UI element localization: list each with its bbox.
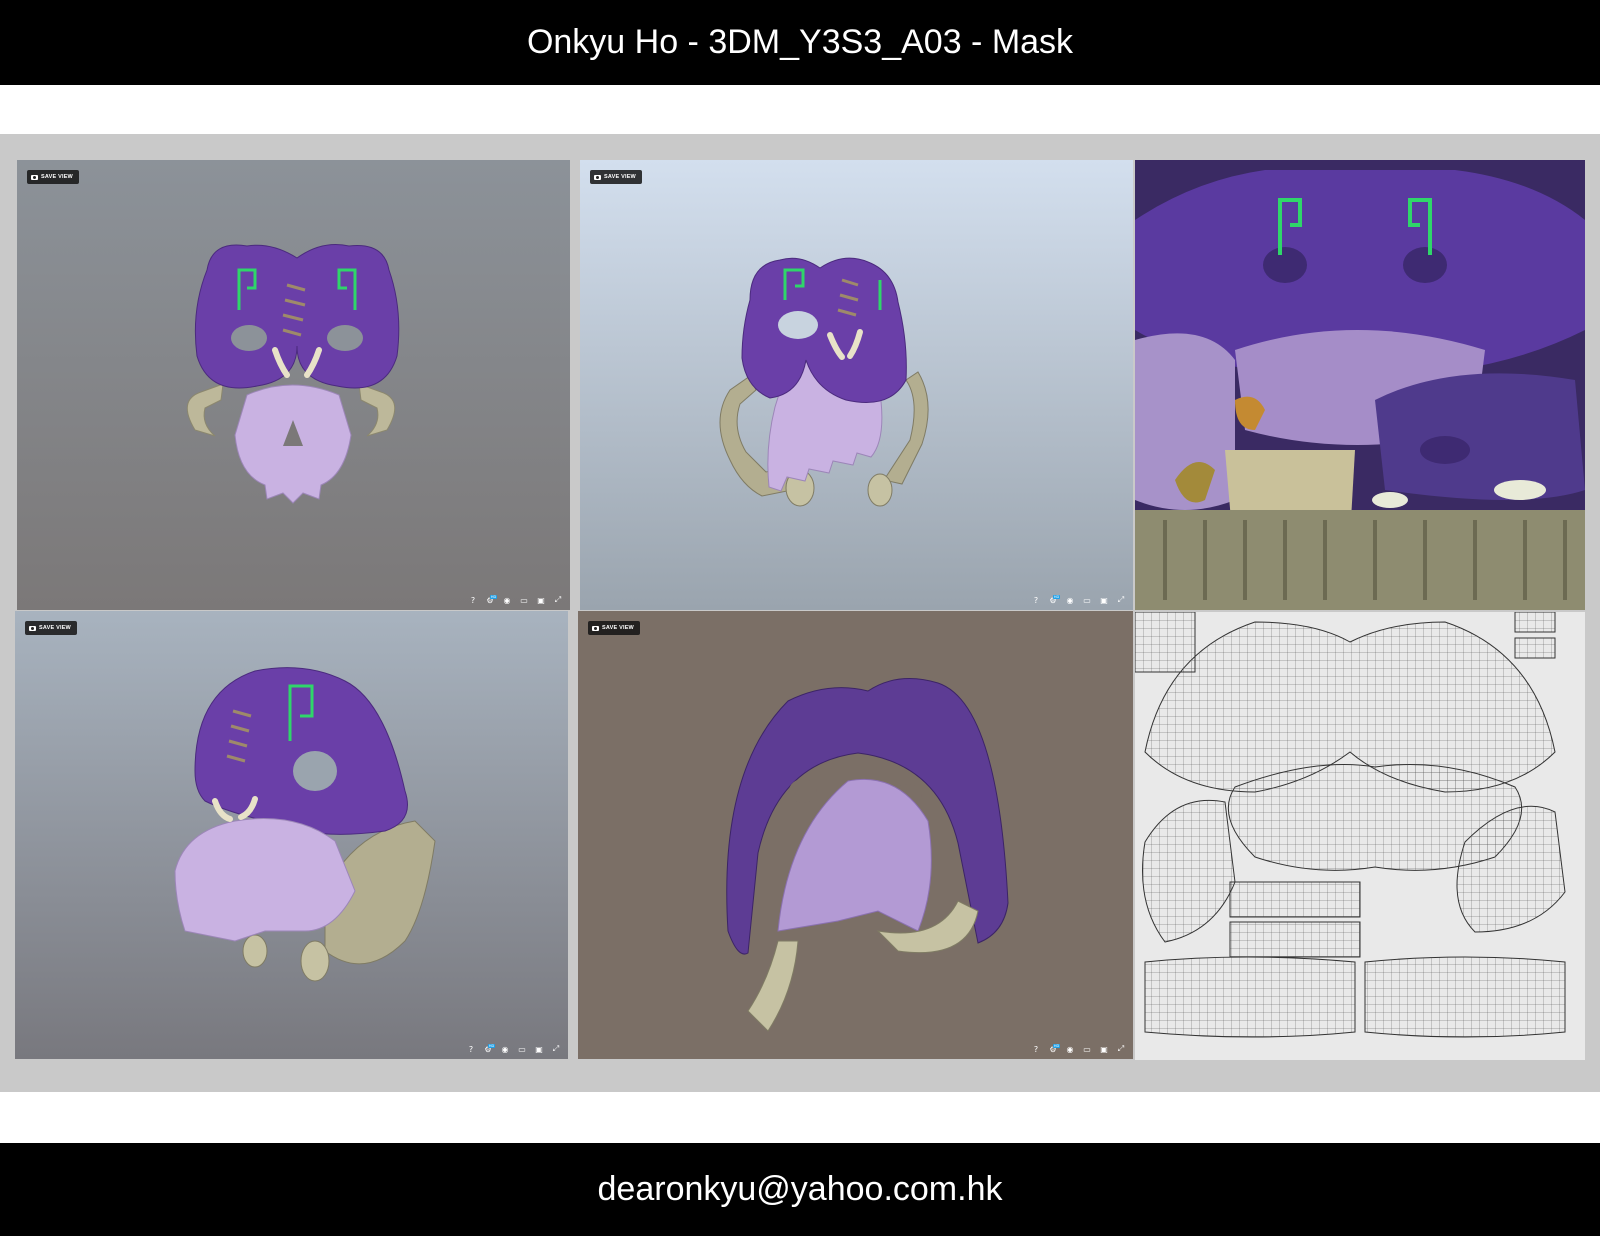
image-icon[interactable]: ▣ <box>1100 596 1108 605</box>
inspector-icon[interactable]: ◉ <box>1066 596 1074 605</box>
settings-icon[interactable]: ⚙ HD <box>484 1043 496 1054</box>
help-icon[interactable]: ? <box>1032 1045 1040 1054</box>
inspector-icon[interactable]: ◉ <box>503 596 511 605</box>
mask-model-back[interactable] <box>578 611 1133 1059</box>
fullscreen-icon[interactable]: ⤢ <box>1117 1044 1125 1053</box>
inspector-icon[interactable]: ◉ <box>501 1045 509 1054</box>
fullscreen-icon[interactable]: ⤢ <box>1117 595 1125 604</box>
fullscreen-icon[interactable]: ⤢ <box>552 1044 560 1053</box>
settings-icon[interactable]: ⚙ HD <box>1049 1043 1061 1054</box>
save-view-button[interactable]: SAVE VIEW <box>27 170 79 184</box>
page-title: Onkyu Ho - 3DM_Y3S3_A03 - Mask <box>526 23 1074 61</box>
hd-badge: HD <box>489 594 498 599</box>
mask-model-three-quarter[interactable] <box>580 160 1133 610</box>
viewer-toolbar: ? ⚙ HD ◉ ▭ ▣ ⤢ <box>467 1043 560 1054</box>
vr-icon[interactable]: ▭ <box>520 596 528 605</box>
vr-icon[interactable]: ▭ <box>1083 596 1091 605</box>
camera-icon <box>29 625 36 631</box>
settings-icon[interactable]: ⚙ HD <box>1049 594 1061 605</box>
image-icon[interactable]: ▣ <box>1100 1045 1108 1054</box>
viewer-toolbar: ? ⚙ HD ◉ ▭ ▣ ⤢ <box>469 594 562 605</box>
vr-icon[interactable]: ▭ <box>1083 1045 1091 1054</box>
mask-model-front[interactable] <box>17 160 570 610</box>
image-icon[interactable]: ▣ <box>537 596 545 605</box>
help-icon[interactable]: ? <box>467 1045 475 1054</box>
contact-email[interactable]: dearonkyu@yahoo.com.hk <box>598 1170 1003 1209</box>
viewer-front[interactable]: SAVE VIEW ? ⚙ HD ◉ ▭ ▣ ⤢ <box>17 160 570 610</box>
mask-model-side[interactable] <box>15 611 568 1059</box>
hd-badge: HD <box>1052 594 1061 599</box>
camera-icon <box>592 625 599 631</box>
viewer-toolbar: ? ⚙ HD ◉ ▭ ▣ ⤢ <box>1032 594 1125 605</box>
uv-layout-image <box>1135 612 1566 1038</box>
image-icon[interactable]: ▣ <box>535 1045 543 1054</box>
save-view-button[interactable]: SAVE VIEW <box>25 621 77 635</box>
save-view-button[interactable]: SAVE VIEW <box>590 170 642 184</box>
fullscreen-icon[interactable]: ⤢ <box>554 595 562 604</box>
save-view-button[interactable]: SAVE VIEW <box>588 621 640 635</box>
texture-map <box>1135 160 1585 610</box>
uv-layout <box>1135 612 1585 1060</box>
help-icon[interactable]: ? <box>1032 596 1040 605</box>
hd-badge: HD <box>1052 1043 1061 1048</box>
camera-icon <box>594 174 601 180</box>
vr-icon[interactable]: ▭ <box>518 1045 526 1054</box>
help-icon[interactable]: ? <box>469 596 477 605</box>
viewer-side[interactable]: SAVE VIEW ? ⚙ HD ◉ ▭ ▣ ⤢ <box>15 611 568 1059</box>
viewer-three-quarter[interactable]: SAVE VIEW ? ⚙ HD ◉ ▭ ▣ ⤢ <box>580 160 1133 610</box>
hd-badge: HD <box>487 1043 496 1048</box>
texture-map-image <box>1135 160 1585 610</box>
viewer-toolbar: ? ⚙ HD ◉ ▭ ▣ ⤢ <box>1032 1043 1125 1054</box>
viewer-back[interactable]: SAVE VIEW ? ⚙ HD ◉ ▭ ▣ ⤢ <box>578 611 1133 1059</box>
header-bar: Onkyu Ho - 3DM_Y3S3_A03 - Mask <box>0 0 1600 85</box>
camera-icon <box>31 174 38 180</box>
inspector-icon[interactable]: ◉ <box>1066 1045 1074 1054</box>
settings-icon[interactable]: ⚙ HD <box>486 594 498 605</box>
footer-bar: dearonkyu@yahoo.com.hk <box>0 1143 1600 1236</box>
